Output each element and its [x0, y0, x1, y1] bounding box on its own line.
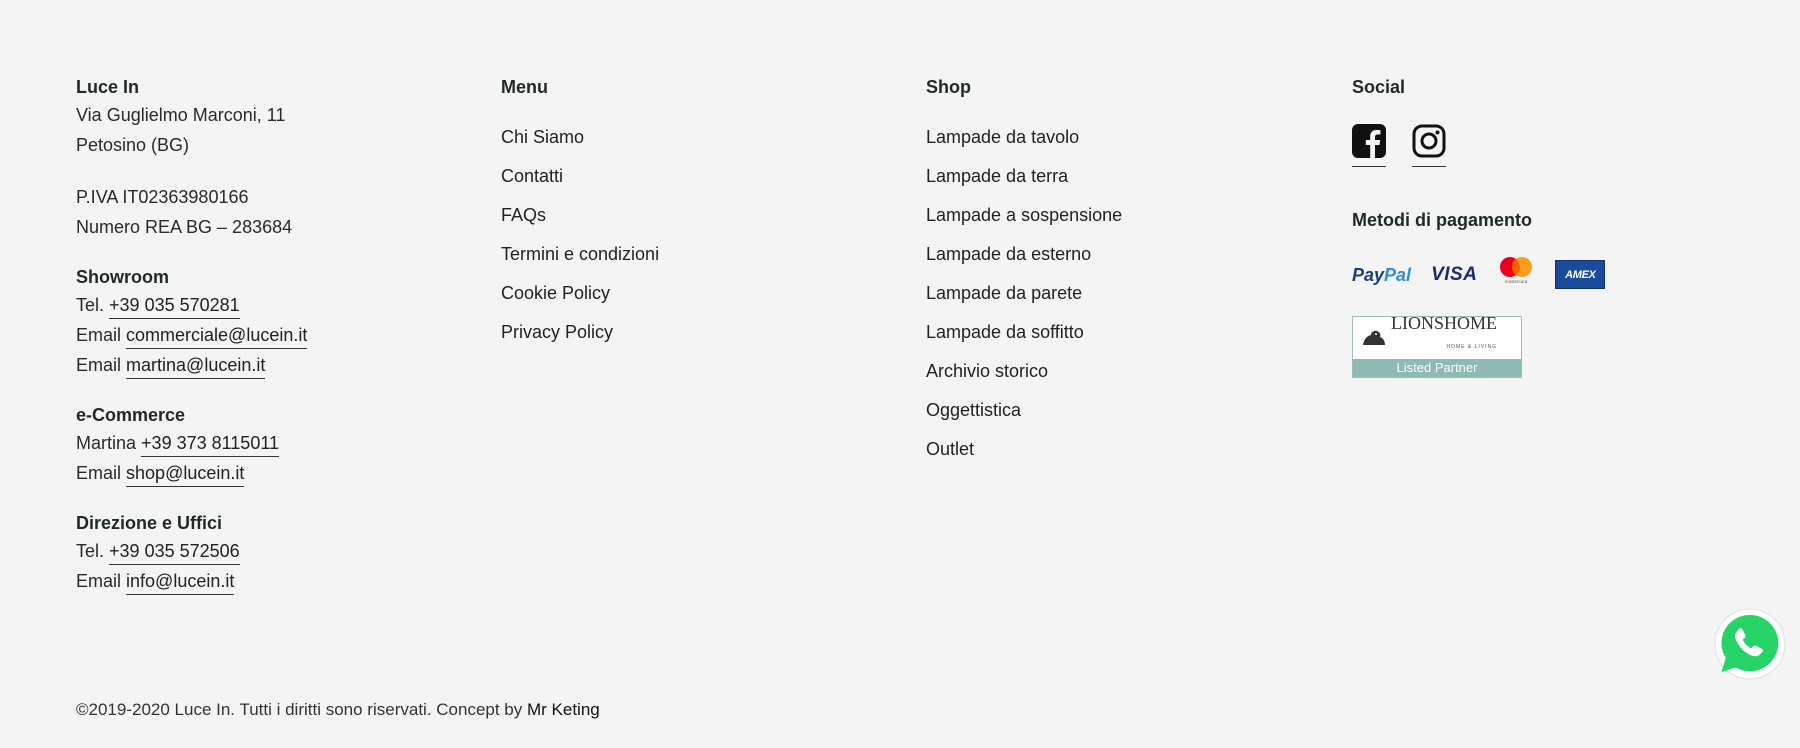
- company-column: Luce In Via Guglielmo Marconi, 11 Petosi…: [76, 74, 456, 618]
- office-email-line: Email info@lucein.it: [76, 566, 456, 596]
- company-legal-block: P.IVA IT02363980166 Numero REA BG – 2836…: [76, 182, 456, 242]
- office-title: Direzione e Uffici: [76, 513, 223, 533]
- office-tel-label: Tel.: [76, 541, 105, 561]
- shop-item-esterno[interactable]: Lampade da esterno: [926, 235, 1306, 274]
- social-title: Social: [1352, 77, 1406, 97]
- lion-icon: [1363, 330, 1385, 345]
- office-block: Direzione e Uffici Tel. +39 035 572506 E…: [76, 510, 456, 596]
- ecommerce-contact-label: Martina: [76, 433, 137, 453]
- showroom-tel-link[interactable]: +39 035 570281: [109, 295, 240, 319]
- showroom-tel-label: Tel.: [76, 295, 105, 315]
- menu-item-privacy-policy[interactable]: Privacy Policy: [501, 313, 881, 352]
- shop-item-terra[interactable]: Lampade da terra: [926, 157, 1306, 196]
- company-name: Luce In: [76, 77, 140, 97]
- shop-item-sospensione[interactable]: Lampade a sospensione: [926, 196, 1306, 235]
- shop-item-outlet[interactable]: Outlet: [926, 430, 1306, 469]
- menu-item-cookie-policy[interactable]: Cookie Policy: [501, 274, 881, 313]
- office-tel-line: Tel. +39 035 572506: [76, 536, 456, 566]
- showroom-email-line-2: Email martina@lucein.it: [76, 350, 456, 380]
- shop-item-soffitto[interactable]: Lampade da soffitto: [926, 313, 1306, 352]
- social-column: Social Metodi di pagamento PayPal VISA m…: [1352, 74, 1772, 378]
- address-line-2: Petosino (BG): [76, 135, 190, 155]
- listed-partner-label: Listed Partner: [1353, 359, 1521, 377]
- ecommerce-email-label: Email: [76, 463, 122, 483]
- office-email-link[interactable]: info@lucein.it: [126, 571, 235, 595]
- lionshome-sub: HOME & LIVING: [1446, 344, 1497, 350]
- copyright-text: ©2019-2020 Luce In. Tutti i diritti sono…: [76, 700, 527, 719]
- showroom-email-link-1[interactable]: commerciale@lucein.it: [126, 325, 308, 349]
- paypal-text-2: Pal: [1384, 264, 1412, 285]
- menu-title: Menu: [501, 77, 548, 97]
- ecommerce-email-link[interactable]: shop@lucein.it: [126, 463, 245, 487]
- whatsapp-icon: [1714, 608, 1786, 680]
- showroom-email-label-2: Email: [76, 355, 122, 375]
- office-email-label: Email: [76, 571, 122, 591]
- menu-item-faqs[interactable]: FAQs: [501, 196, 881, 235]
- paypal-icon: PayPal: [1352, 260, 1411, 290]
- showroom-email-line-1: Email commerciale@lucein.it: [76, 320, 456, 350]
- shop-item-parete[interactable]: Lampade da parete: [926, 274, 1306, 313]
- shop-item-tavolo[interactable]: Lampade da tavolo: [926, 118, 1306, 157]
- shop-list: Lampade da tavolo Lampade da terra Lampa…: [926, 118, 1306, 469]
- paypal-text-1: Pay: [1352, 264, 1385, 285]
- menu-item-termini[interactable]: Termini e condizioni: [501, 235, 881, 274]
- showroom-title: Showroom: [76, 267, 169, 287]
- rea-text: Numero REA BG – 283684: [76, 217, 293, 237]
- showroom-email-link-2[interactable]: martina@lucein.it: [126, 355, 266, 379]
- amex-icon: AMEX: [1555, 260, 1606, 289]
- ecommerce-email-line: Email shop@lucein.it: [76, 458, 456, 488]
- menu-item-contatti[interactable]: Contatti: [501, 157, 881, 196]
- menu-column: Menu Chi Siamo Contatti FAQs Termini e c…: [501, 74, 881, 352]
- company-address-block: Luce In Via Guglielmo Marconi, 11 Petosi…: [76, 74, 456, 160]
- instagram-icon[interactable]: [1412, 124, 1446, 167]
- lionshome-name: LIONSHOME: [1391, 313, 1497, 333]
- lionshome-badge[interactable]: LIONSHOME HOME & LIVING Listed Partner: [1352, 314, 1522, 378]
- social-icons: [1352, 124, 1772, 167]
- showroom-block: Showroom Tel. +39 035 570281 Email comme…: [76, 264, 456, 380]
- menu-item-chi-siamo[interactable]: Chi Siamo: [501, 118, 881, 157]
- ecommerce-title: e-Commerce: [76, 405, 186, 425]
- copyright-line: ©2019-2020 Luce In. Tutti i diritti sono…: [76, 700, 600, 720]
- ecommerce-phone-line: Martina +39 373 8115011: [76, 428, 456, 458]
- shop-item-archivio[interactable]: Archivio storico: [926, 352, 1306, 391]
- facebook-icon[interactable]: [1352, 124, 1386, 167]
- menu-list: Chi Siamo Contatti FAQs Termini e condiz…: [501, 118, 881, 352]
- ecommerce-phone-link[interactable]: +39 373 8115011: [141, 433, 280, 457]
- shop-column: Shop Lampade da tavolo Lampade da terra …: [926, 74, 1306, 469]
- showroom-email-label-1: Email: [76, 325, 122, 345]
- payment-methods-title: Metodi di pagamento: [1352, 210, 1532, 230]
- visa-icon: VISA: [1431, 263, 1478, 285]
- piva-text: P.IVA IT02363980166: [76, 187, 249, 207]
- mastercard-caption: mastercard: [1505, 279, 1528, 284]
- mastercard-icon: mastercard: [1497, 255, 1535, 294]
- address-line-1: Via Guglielmo Marconi, 11: [76, 105, 286, 125]
- office-tel-link[interactable]: +39 035 572506: [109, 541, 240, 565]
- whatsapp-button[interactable]: [1712, 607, 1786, 681]
- shop-title: Shop: [926, 77, 971, 97]
- site-footer: Luce In Via Guglielmo Marconi, 11 Petosi…: [76, 74, 1756, 634]
- showroom-tel-line: Tel. +39 035 570281: [76, 290, 456, 320]
- lionshome-text: LIONSHOME HOME & LIVING: [1391, 314, 1497, 362]
- shop-item-oggettistica[interactable]: Oggettistica: [926, 391, 1306, 430]
- payment-logos: PayPal VISA mastercard AMEX: [1352, 255, 1772, 294]
- lionshome-header: LIONSHOME HOME & LIVING: [1353, 314, 1521, 362]
- credit-link[interactable]: Mr Keting: [527, 700, 600, 719]
- ecommerce-block: e-Commerce Martina +39 373 8115011 Email…: [76, 402, 456, 488]
